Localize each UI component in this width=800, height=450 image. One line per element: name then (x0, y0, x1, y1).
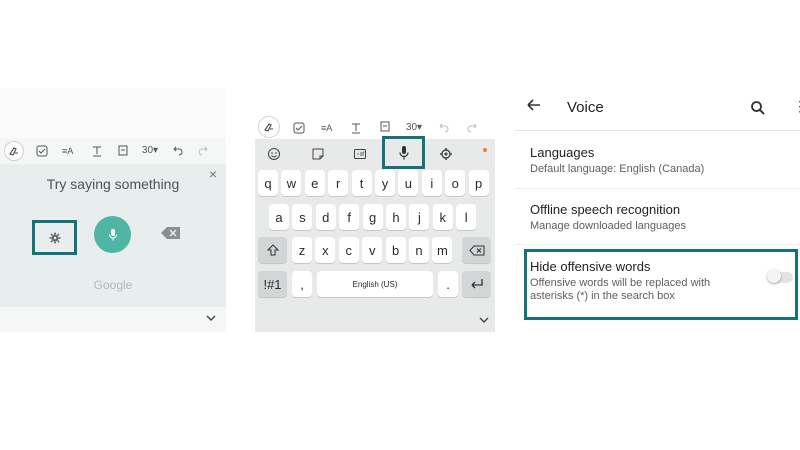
setting-offline-speech[interactable]: Offline speech recognition Manage downlo… (530, 202, 790, 233)
setting-title: Offline speech recognition (530, 202, 681, 217)
key-z[interactable]: z (292, 237, 312, 263)
clipboard-icon[interactable] (116, 144, 130, 158)
key-b[interactable]: b (385, 237, 406, 263)
mic-icon (398, 145, 409, 159)
key-a[interactable]: a (269, 204, 289, 230)
text-style-icon[interactable]: ≡A (321, 121, 332, 135)
key-n[interactable]: n (409, 237, 429, 263)
mic-button[interactable] (94, 216, 131, 253)
space-key[interactable]: English (US) (317, 271, 433, 297)
key-v[interactable]: v (362, 237, 383, 263)
redo-icon[interactable] (197, 144, 211, 158)
key-i[interactable]: i (421, 170, 442, 196)
key-p[interactable]: p (468, 170, 489, 196)
redo-icon[interactable] (466, 121, 480, 135)
key-o[interactable]: o (445, 170, 466, 196)
voice-settings-screen: Voice ⋮ Languages Default language: Engl… (515, 85, 800, 332)
backspace-icon[interactable] (160, 226, 182, 240)
key-h[interactable]: h (386, 204, 406, 230)
key-l[interactable]: l (456, 204, 477, 230)
shift-icon (266, 244, 279, 256)
text-format-icon[interactable] (90, 144, 104, 158)
key-s[interactable]: s (292, 204, 313, 230)
divider (515, 188, 800, 189)
gif-icon[interactable] (353, 147, 367, 161)
clipboard-icon[interactable] (378, 120, 392, 134)
undo-icon[interactable] (170, 144, 184, 158)
notification-dot (483, 148, 487, 152)
key-q[interactable]: q (258, 170, 278, 196)
backspace-icon (468, 245, 484, 255)
key-d[interactable]: d (315, 204, 336, 230)
chevron-down-icon[interactable] (478, 314, 490, 326)
mic-icon (108, 228, 117, 240)
shift-key[interactable] (258, 237, 287, 263)
close-icon[interactable]: × (206, 166, 220, 184)
key-x[interactable]: x (315, 237, 336, 263)
handwriting-button[interactable] (4, 141, 24, 161)
highlight-box (524, 249, 798, 320)
chevron-down-icon[interactable] (205, 312, 217, 324)
key-y[interactable]: y (375, 170, 395, 196)
key-c[interactable]: c (338, 237, 359, 263)
pen-icon (264, 123, 273, 132)
font-size-selector[interactable]: 30▾ (403, 121, 425, 135)
key-w[interactable]: w (281, 170, 302, 196)
period-key[interactable]: . (438, 271, 458, 297)
voice-input-button[interactable] (382, 136, 425, 169)
enter-icon (471, 279, 483, 289)
keyboard-shortcut-row (255, 139, 495, 169)
key-j[interactable]: j (409, 204, 430, 230)
sticker-icon[interactable] (311, 147, 325, 161)
setting-subtitle: Default language: English (Canada) (530, 163, 705, 175)
key-f[interactable]: f (339, 204, 360, 230)
app-bar: Voice ⋮ (515, 85, 800, 131)
enter-key[interactable] (462, 271, 491, 297)
editor-toolbar: ≡A 30▾ (0, 138, 226, 164)
key-r[interactable]: r (328, 170, 349, 196)
emoji-icon[interactable] (267, 147, 281, 161)
key-e[interactable]: e (304, 170, 325, 196)
voice-prompt: Try saying something (46, 176, 180, 192)
symbols-key[interactable]: !#1 (258, 271, 287, 297)
comma-key[interactable]: , (292, 271, 312, 297)
check-icon[interactable] (292, 121, 306, 135)
setting-title: Languages (530, 145, 595, 160)
voice-input-panel: ≡A 30▾ Try saying something × Google (0, 88, 226, 332)
google-brand: Google (93, 278, 133, 292)
key-k[interactable]: k (432, 204, 453, 230)
text-format-icon[interactable] (349, 121, 363, 135)
key-g[interactable]: g (362, 204, 383, 230)
keyboard-panel: ≡A 30▾ q w e r t y u i o p a s d f g h j k l z x c v b n m !#1, Eng… (255, 85, 495, 332)
undo-icon[interactable] (436, 121, 450, 135)
search-icon[interactable] (750, 100, 766, 116)
page-title: Voice (567, 99, 604, 116)
gear-icon (49, 232, 60, 243)
text-style-icon[interactable]: ≡A (62, 144, 73, 158)
more-vert-icon[interactable]: ⋮ (793, 99, 800, 113)
voice-input-area: Try saying something × Google (0, 164, 226, 307)
backspace-key[interactable] (462, 237, 491, 263)
gear-icon[interactable] (439, 147, 453, 161)
setting-subtitle: Manage downloaded languages (530, 220, 686, 232)
editor-toolbar: ≡A 30▾ (255, 85, 495, 139)
key-m[interactable]: m (432, 237, 453, 263)
check-icon[interactable] (35, 144, 49, 158)
back-arrow-icon[interactable] (525, 96, 543, 114)
setting-languages[interactable]: Languages Default language: English (Can… (530, 145, 790, 176)
pen-icon (9, 147, 18, 156)
font-size-selector[interactable]: 30▾ (139, 144, 161, 158)
handwriting-button[interactable] (258, 116, 280, 138)
divider (515, 244, 800, 245)
voice-settings-button[interactable] (32, 220, 77, 255)
key-u[interactable]: u (398, 170, 419, 196)
keyboard-bottom-bar (0, 307, 226, 332)
key-t[interactable]: t (351, 170, 372, 196)
